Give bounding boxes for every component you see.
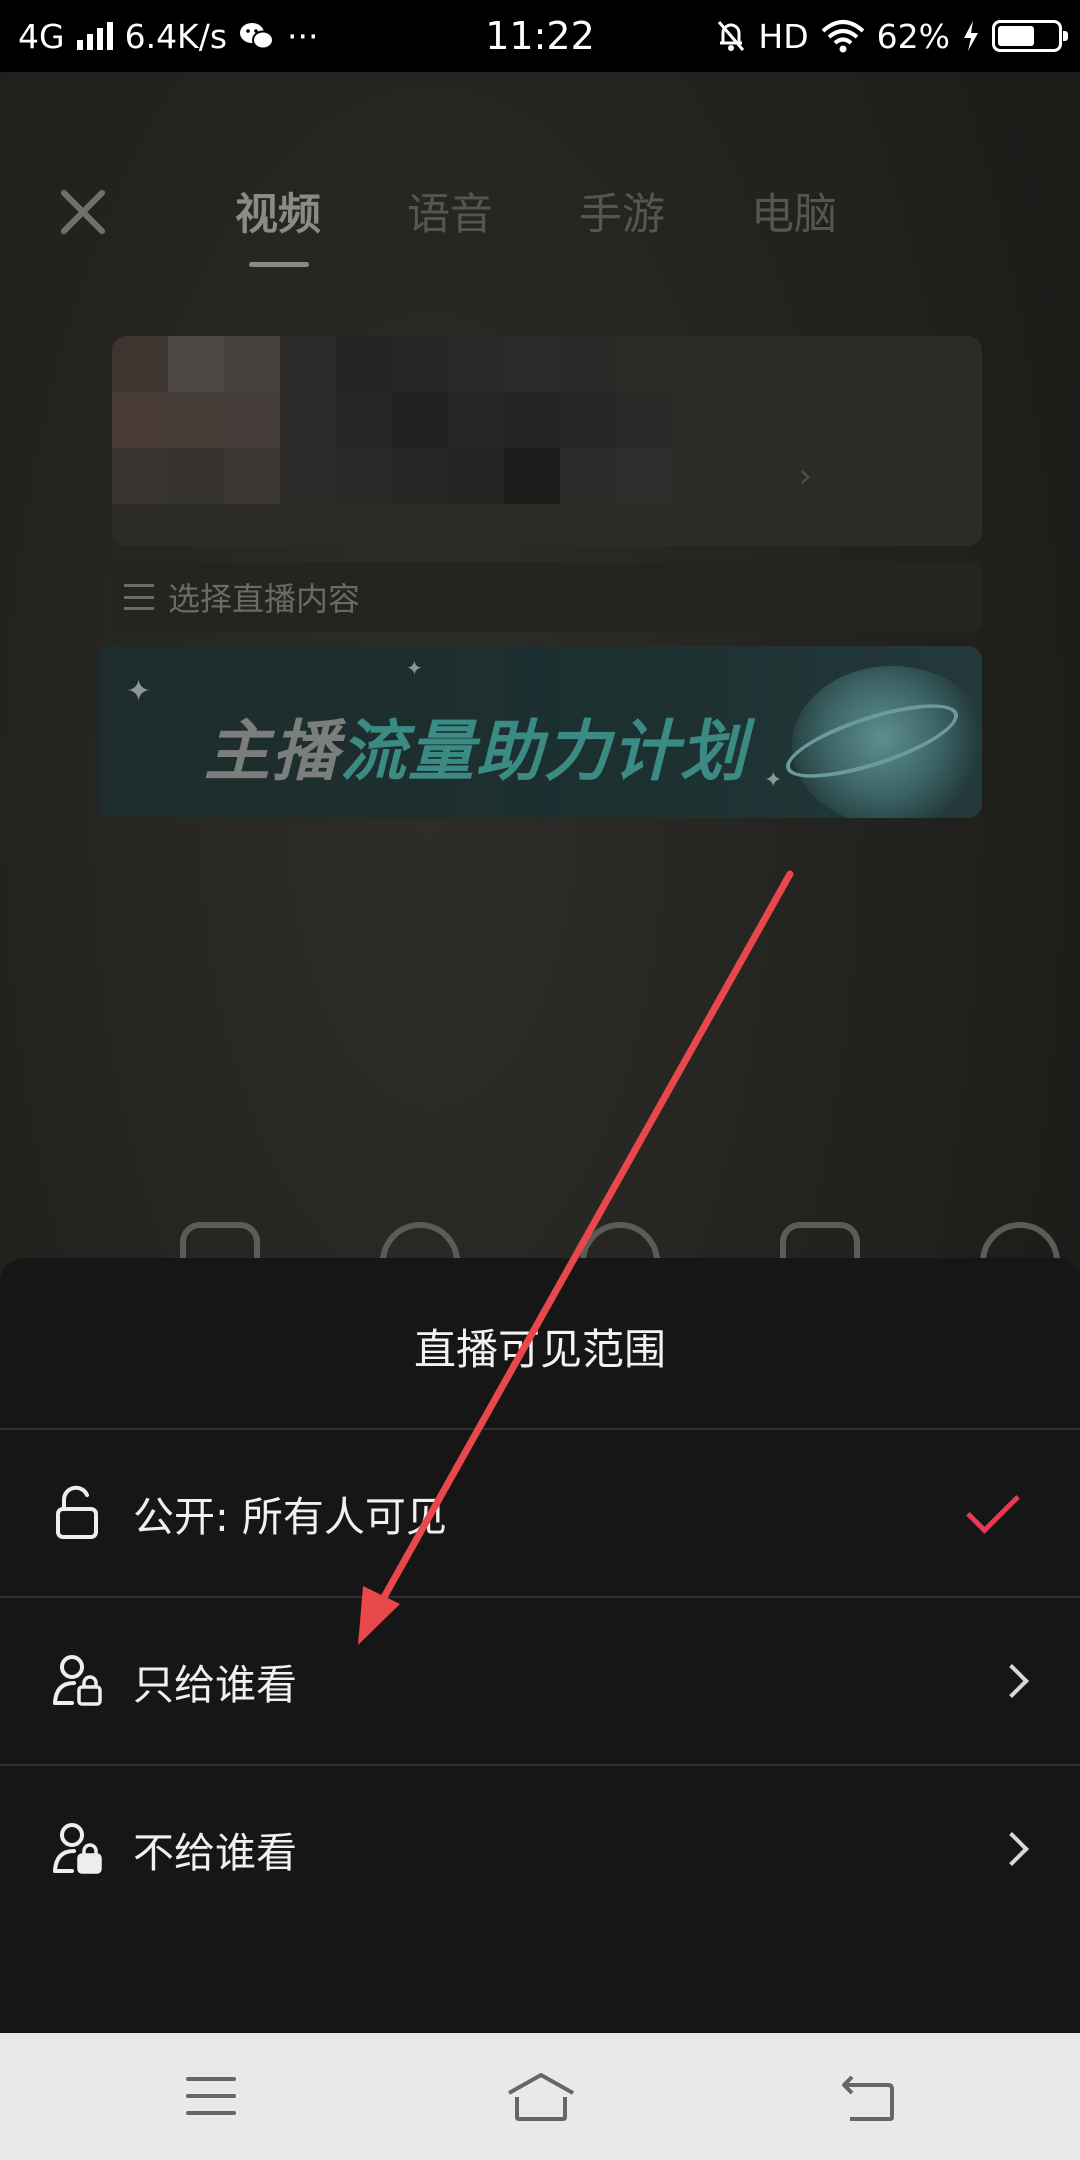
- network-type: 4G: [18, 16, 65, 56]
- status-left: 4G 6.4K/s ···: [18, 17, 319, 56]
- sheet-title: 直播可见范围: [413, 1325, 666, 1374]
- signal-icon: [76, 22, 113, 50]
- user-lock-icon: [53, 1823, 102, 1874]
- chevron-right-icon: ›: [798, 456, 812, 496]
- option-visible-to-label: 只给谁看: [133, 1661, 297, 1709]
- user-lock-icon: [53, 1655, 102, 1706]
- wifi-icon: [821, 20, 864, 53]
- tab-voice[interactable]: 语音: [407, 180, 493, 242]
- live-type-tabs: 视频 语音 手游 电脑: [235, 180, 837, 267]
- sparkle-icon: ✦: [126, 674, 152, 709]
- tab-pc[interactable]: 电脑: [751, 180, 837, 242]
- wechat-icon: [240, 23, 275, 50]
- sparkle-icon: ✦: [764, 768, 783, 793]
- sparkle-icon: ✦: [406, 656, 423, 680]
- cover-title-card[interactable]: ›: [112, 336, 982, 546]
- banner-title: 主播流量助力计划: [204, 698, 748, 794]
- status-right: HD 62%: [716, 16, 1068, 56]
- blurred-cover-image: [112, 336, 784, 546]
- top-bar: 视频 语音 手游 电脑: [0, 72, 1080, 272]
- promo-banner[interactable]: ✦ ✦ ✦ 主播流量助力计划: [98, 646, 982, 818]
- battery-icon: [992, 20, 1068, 52]
- option-visible-to[interactable]: 只给谁看: [0, 1598, 1080, 1764]
- option-hidden-from-label: 不给谁看: [133, 1829, 297, 1877]
- network-speed: 6.4K/s: [124, 16, 228, 56]
- checkmark-icon: [966, 1480, 1020, 1534]
- select-content-label: 选择直播内容: [168, 580, 361, 618]
- list-icon: [124, 584, 154, 610]
- back-icon[interactable]: [840, 2073, 896, 2123]
- bell-off-icon: [718, 21, 745, 51]
- system-nav-bar: [0, 2033, 1080, 2160]
- tab-video[interactable]: 视频: [235, 180, 321, 267]
- chevron-right-icon: [995, 1664, 1029, 1698]
- hd-indicator: HD: [758, 16, 809, 56]
- tab-mobile-game[interactable]: 手游: [579, 180, 665, 242]
- chevron-right-icon: [995, 1832, 1029, 1866]
- status-bar: 4G 6.4K/s ··· 11:22 HD 62%: [0, 0, 1080, 72]
- home-icon[interactable]: [505, 2071, 577, 2123]
- visibility-bottom-sheet: 直播可见范围 公开: 所有人可见 只给谁看 不给谁看: [0, 1258, 1080, 2033]
- charging-icon: [964, 21, 978, 51]
- banner-title-part1: 主播: [204, 713, 340, 790]
- unlock-icon: [56, 1485, 98, 1539]
- option-hidden-from[interactable]: 不给谁看: [0, 1766, 1080, 1932]
- close-icon[interactable]: [52, 182, 112, 242]
- battery-percent: 62%: [876, 16, 950, 56]
- option-public-label: 公开: 所有人可见: [133, 1493, 447, 1541]
- banner-title-part2: 流量助力计划: [340, 713, 748, 790]
- select-content-row[interactable]: 选择直播内容: [112, 562, 982, 632]
- option-public[interactable]: 公开: 所有人可见: [0, 1430, 1080, 1596]
- menu-icon[interactable]: [186, 2077, 236, 2115]
- more-notifications: ···: [287, 16, 319, 56]
